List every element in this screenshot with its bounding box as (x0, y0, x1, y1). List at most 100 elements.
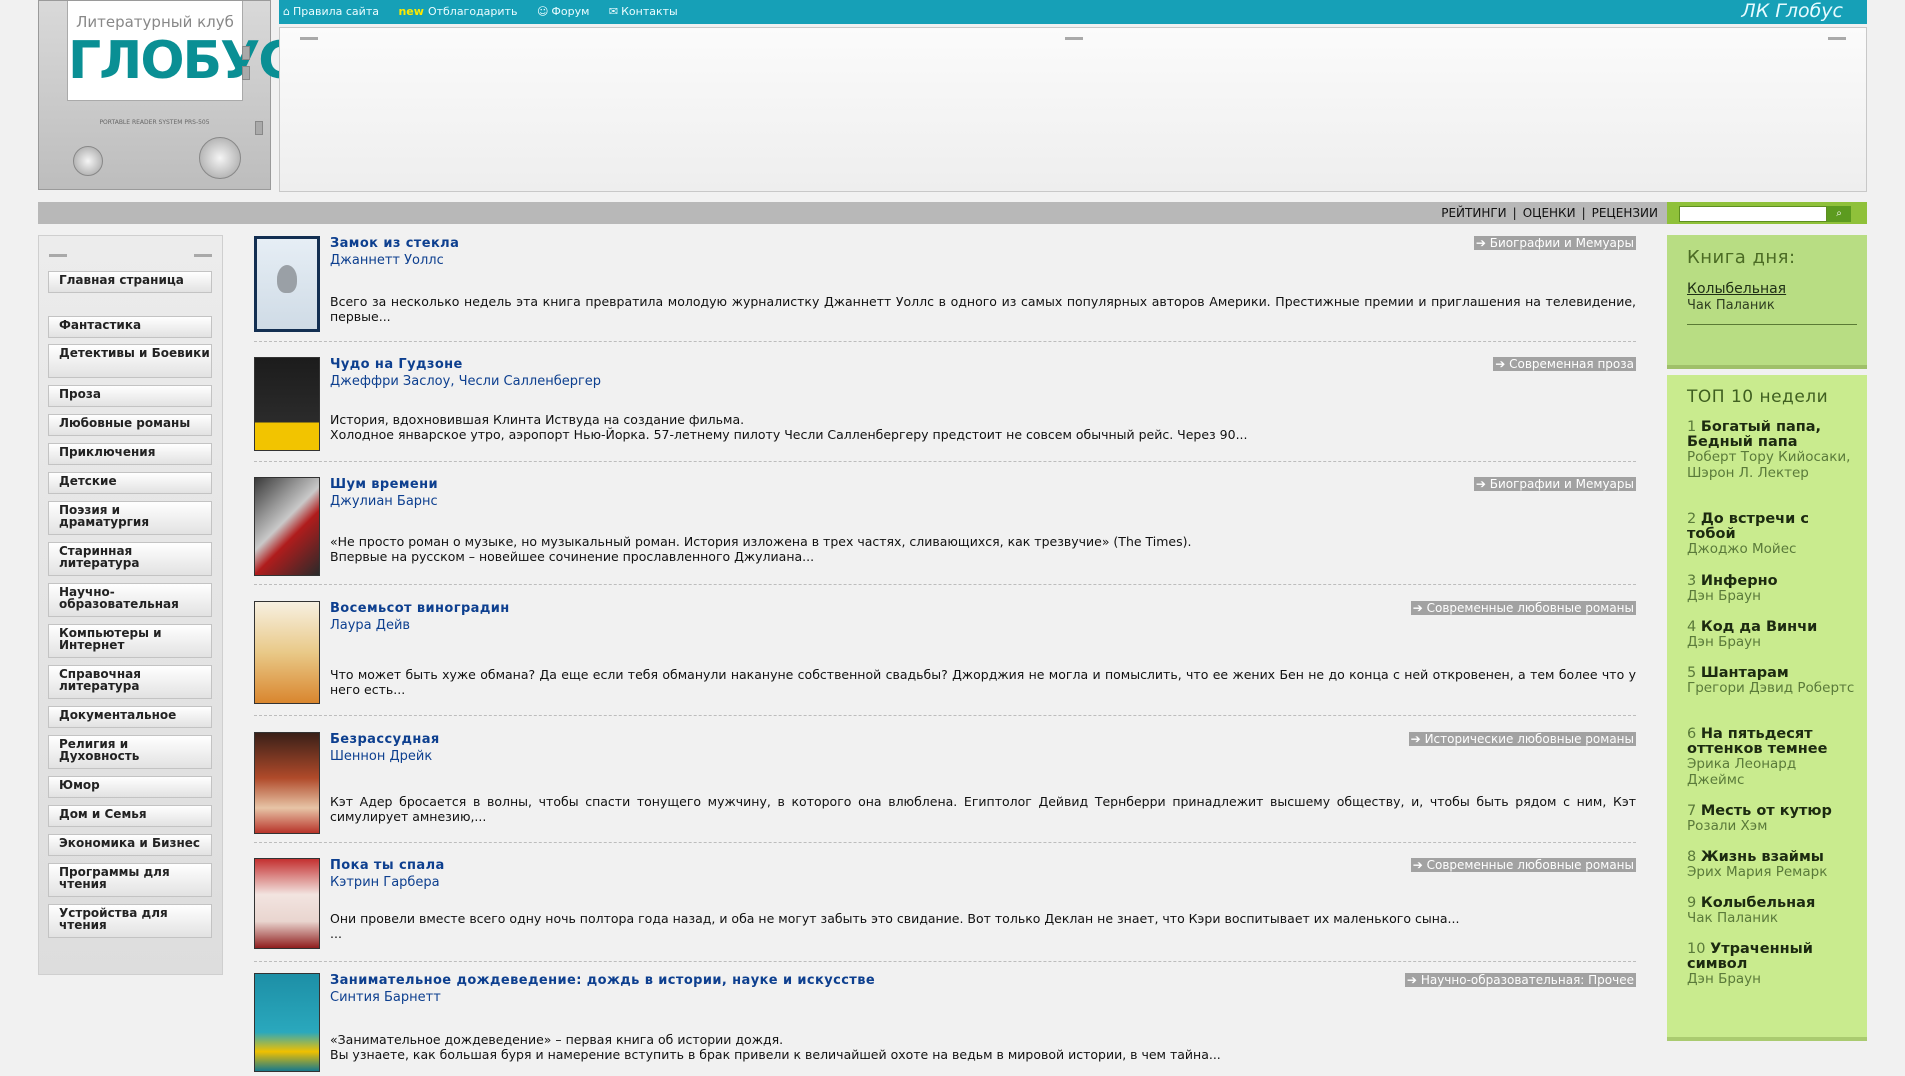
book-title-link[interactable]: Замок из стекла (330, 236, 459, 251)
arrow-icon: ➔ (1410, 732, 1421, 746)
arrow-icon: ➔ (1412, 858, 1423, 872)
logo-device[interactable]: Литературный клуб ГЛОБУС PORTABLE READER… (38, 0, 296, 190)
book-author-link[interactable]: Синтия Барнетт (330, 990, 441, 1005)
sidebar-item-fantasy[interactable]: Фантастика (48, 316, 212, 338)
sidebar-item-home-family[interactable]: Дом и Семья (48, 805, 212, 827)
search-button[interactable]: ⌕ (1827, 206, 1851, 222)
rank-number: 9 (1687, 895, 1697, 911)
sidebar-item-adventure[interactable]: Приключения (48, 443, 212, 465)
top10-item[interactable]: 4 Код да Винчи Дэн Браун (1687, 620, 1857, 651)
book-title-link[interactable]: Восемьсот виноградин (330, 601, 510, 616)
nav-contacts-link[interactable]: ✉ Контакты (609, 5, 686, 18)
book-cover-image[interactable] (254, 973, 320, 1072)
top10-item[interactable]: 2 До встречи с тобой Джоджо Мойес (1687, 512, 1857, 558)
rank-number: 7 (1687, 803, 1697, 819)
genre-tag[interactable]: ➔ Современные любовные романы (1410, 858, 1636, 872)
book-separator (254, 341, 1636, 342)
search-input[interactable] (1679, 206, 1827, 222)
top10-author: Эрика Леонард Джеймс (1687, 756, 1797, 788)
sidebar-item-romance[interactable]: Любовные романы (48, 414, 212, 436)
genre-label: Исторические любовные романы (1424, 732, 1634, 746)
book-author-link[interactable]: Кэтрин Гарбера (330, 875, 440, 890)
book-cover-image[interactable] (254, 732, 320, 834)
arrow-icon: ➔ (1495, 357, 1506, 371)
top10-item[interactable]: 9 Колыбельная Чак Паланик (1687, 896, 1857, 927)
top10-item[interactable]: 3 Инферно Дэн Браун (1687, 574, 1857, 605)
book-separator (254, 842, 1636, 843)
sidebar-item-prose[interactable]: Проза (48, 385, 212, 407)
book-author-link[interactable]: Джеффри Заслоу, Чесли Салленбергер (330, 374, 601, 389)
book-cover-image[interactable] (254, 858, 320, 949)
sidebar-item-detectives[interactable]: Детективы и Боевики (48, 344, 212, 378)
genre-tag[interactable]: ➔ Биографии и Мемуары (1473, 477, 1636, 491)
sidebar-item-children[interactable]: Детские (48, 472, 212, 494)
top10-item[interactable]: 7 Месть от кутюр Розали Хэм (1687, 804, 1857, 835)
genre-tag[interactable]: ➔ Современные любовные романы (1410, 601, 1636, 615)
site-brand[interactable]: ЛК Глобус (1741, 0, 1843, 22)
sidebar-item-reading-software[interactable]: Программы для чтения (48, 863, 212, 897)
genre-label: Биографии и Мемуары (1489, 236, 1634, 250)
book-entry: Замок из стекла Джаннетт Уоллс ➔ Биограф… (254, 236, 1636, 342)
sidebar-item-reference[interactable]: Справочная литература (48, 665, 212, 699)
book-description: Они провели вместе всего одну ночь полто… (330, 911, 1460, 941)
book-cover-image[interactable] (254, 357, 320, 451)
top10-author: Чак Паланик (1687, 910, 1779, 926)
book-description: История, вдохновившая Клинта Иствуда на … (330, 412, 1248, 442)
sidebar-item-science[interactable]: Научно-образовательная (48, 583, 212, 617)
book-separator (254, 715, 1636, 716)
top10-author: Розали Хэм (1687, 818, 1768, 834)
top10-item[interactable]: 1 Богатый папа, Бедный папа Роберт Тору К… (1687, 420, 1857, 481)
book-of-the-day-panel: Книга дня: Колыбельная Чак Паланик (1667, 235, 1867, 369)
ratings-link[interactable]: РЕЙТИНГИ (1441, 206, 1506, 220)
top10-item[interactable]: 10 Утраченный символ Дэн Браун (1687, 942, 1857, 988)
top10-item[interactable]: 6 На пятьдесят оттенков темнее Эрика Леон… (1687, 727, 1857, 788)
nav-thank-label: Отблагодарить (427, 5, 518, 18)
nav-rules-link[interactable]: ⌂ Правила сайта (283, 5, 387, 18)
book-cover-image[interactable] (254, 236, 320, 332)
arrow-icon: ➔ (1412, 601, 1423, 615)
rank-number: 3 (1687, 573, 1697, 589)
sidebar-item-business[interactable]: Экономика и Бизнес (48, 834, 212, 856)
genre-tag[interactable]: ➔ Научно-образовательная: Прочее (1404, 973, 1636, 987)
sidebar-item-religion[interactable]: Религия и Духовность (48, 735, 212, 769)
book-title-link[interactable]: Безрассудная (330, 732, 440, 747)
sidebar-item-humor[interactable]: Юмор (48, 776, 212, 798)
top10-title: Колыбельная (1700, 895, 1816, 911)
book-cover-image[interactable] (254, 601, 320, 704)
sidebar-item-antique[interactable]: Старинная литература (48, 542, 212, 576)
genre-tag[interactable]: ➔ Биографии и Мемуары (1473, 236, 1636, 250)
book-of-day-title-link[interactable]: Колыбельная (1687, 281, 1786, 297)
book-title-link[interactable]: Чудо на Гудзоне (330, 357, 463, 372)
rank-number: 8 (1687, 849, 1697, 865)
genre-label: Научно-образовательная: Прочее (1420, 973, 1634, 987)
arrow-icon: ➔ (1406, 973, 1417, 987)
top10-item[interactable]: 5 Шантарам Грегори Дэвид Робертс (1687, 666, 1857, 697)
nav-thank-link[interactable]: new Отблагодарить (398, 5, 525, 18)
reviews-link[interactable]: РЕЦЕНЗИИ (1592, 206, 1658, 220)
sidebar-item-documentary[interactable]: Документальное (48, 706, 212, 728)
book-title-link[interactable]: Занимательное дождеведение: дождь в исто… (330, 973, 875, 988)
people-icon: ☺ (536, 5, 549, 18)
sidebar-item-reading-devices[interactable]: Устройства для чтения (48, 904, 212, 938)
genre-tag[interactable]: ➔ Исторические любовные романы (1408, 732, 1636, 746)
rank-number: 1 (1687, 419, 1697, 435)
corner-notch (194, 254, 212, 257)
nav-forum-link[interactable]: ☺ Форум (537, 5, 597, 18)
genre-tag[interactable]: ➔ Современная проза (1493, 357, 1636, 371)
book-title-link[interactable]: Шум времени (330, 477, 438, 492)
rank-number: 10 (1687, 941, 1706, 957)
home-icon: ⌂ (283, 5, 290, 18)
book-author-link[interactable]: Лаура Дейв (330, 618, 410, 633)
book-description: Кэт Адер бросается в волны, чтобы спасти… (330, 794, 1636, 824)
book-title-link[interactable]: Пока ты спала (330, 858, 445, 873)
book-author-link[interactable]: Джулиан Барнс (330, 494, 438, 509)
sidebar-item-home[interactable]: Главная страница (48, 271, 212, 293)
scores-link[interactable]: ОЦЕНКИ (1523, 206, 1576, 220)
book-author-link[interactable]: Шеннон Дрейк (330, 749, 432, 764)
sidebar-item-poetry[interactable]: Поэзия и драматургия (48, 501, 212, 535)
top10-item[interactable]: 8 Жизнь взаймы Эрих Мария Ремарк (1687, 850, 1857, 881)
book-separator (254, 461, 1636, 462)
book-author-link[interactable]: Джаннетт Уоллс (330, 253, 444, 268)
book-cover-image[interactable] (254, 477, 320, 576)
sidebar-item-computers[interactable]: Компьютеры и Интернет (48, 624, 212, 658)
